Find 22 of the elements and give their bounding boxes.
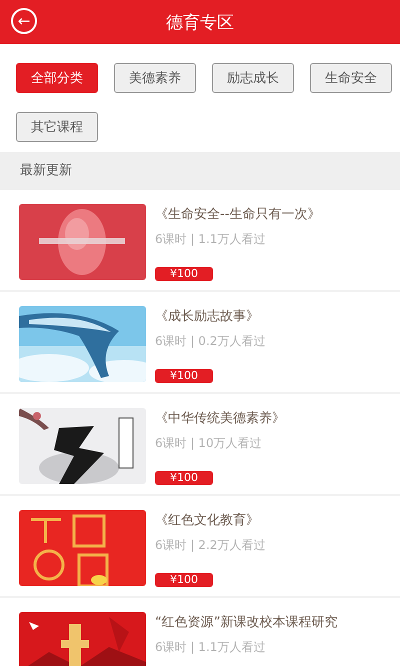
price-tag: ¥100 — [155, 573, 213, 587]
filter-tab[interactable]: 其它课程 — [16, 112, 98, 142]
back-button[interactable]: ← — [11, 8, 37, 34]
course-meta: 6课时 | 10万人看过 — [155, 435, 262, 452]
price-tag: ¥100 — [155, 267, 213, 281]
course-title[interactable]: 《中华传统美德素养》 — [155, 409, 285, 427]
price-tag: ¥100 — [155, 369, 213, 383]
course-title[interactable]: 《生命安全--生命只有一次》 — [155, 205, 320, 223]
filter-tab[interactable]: 全部分类 — [16, 63, 98, 93]
filter-tab[interactable]: 美德素养 — [114, 63, 196, 93]
filter-tab[interactable]: 励志成长 — [212, 63, 294, 93]
price-tag: ¥100 — [155, 471, 213, 485]
filter-tab[interactable]: 生命安全 — [310, 63, 392, 93]
course-meta: 6课时 | 1.1万人看过 — [155, 639, 266, 656]
section-header: 最新更新 — [0, 152, 400, 190]
course-meta: 6课时 | 2.2万人看过 — [155, 537, 266, 554]
course-meta: 6课时 | 1.1万人看过 — [155, 231, 266, 248]
page-title: 德育专区 — [166, 12, 234, 34]
course-title[interactable]: “红色资源”新课改校本课程研究 — [155, 613, 338, 631]
course-title[interactable]: 《成长励志故事》 — [155, 307, 259, 325]
course-meta: 6课时 | 0.2万人看过 — [155, 333, 266, 350]
course-title[interactable]: 《红色文化教育》 — [155, 511, 259, 529]
